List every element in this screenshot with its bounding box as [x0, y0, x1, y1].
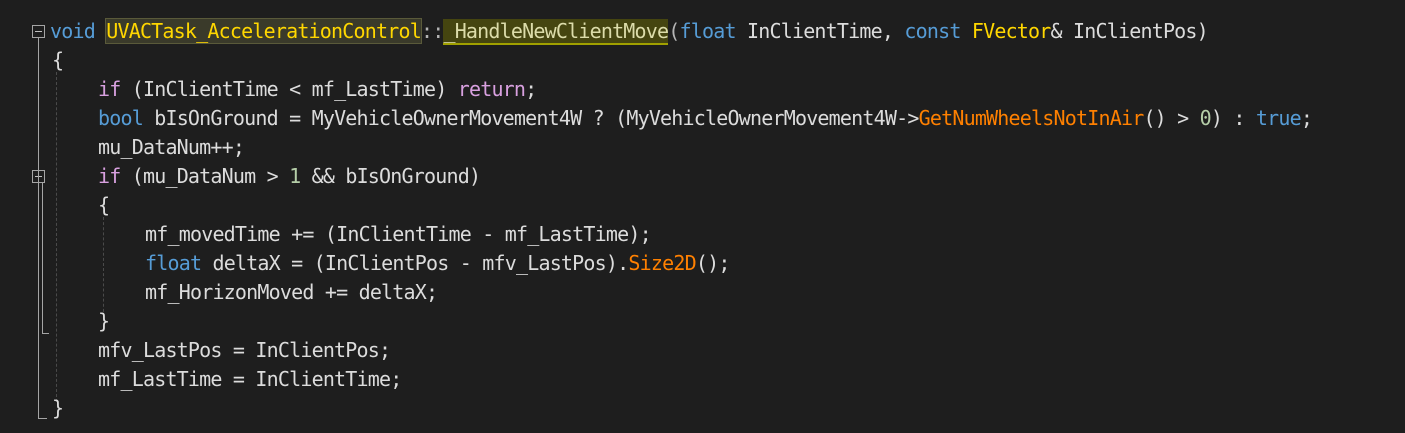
- code-token: if: [98, 164, 121, 188]
- code-token: {: [98, 193, 110, 217]
- code-token: mu_DataNum++;: [98, 135, 245, 159]
- code-token: bool: [98, 106, 144, 130]
- code-token: float: [679, 19, 737, 43]
- code-line-14: }: [0, 394, 1405, 423]
- line-code: mf_HorizonMoved += deltaX;: [145, 278, 438, 307]
- line-code: mf_movedTime += (InClientTime - mf_LastT…: [145, 220, 652, 249]
- line-code: mf_LastTime = InClientTime;: [98, 365, 402, 394]
- code-token: if: [98, 77, 121, 101]
- code-line-10: mf_HorizonMoved += deltaX;: [0, 278, 1405, 307]
- code-token: && bIsOnGround): [300, 164, 481, 188]
- code-token: 0: [1199, 106, 1212, 130]
- code-token: }: [98, 309, 110, 333]
- line-code: mfv_LastPos = InClientPos;: [98, 336, 391, 365]
- code-token: ;: [1300, 106, 1313, 130]
- code-token: ) :: [1210, 106, 1256, 130]
- line-code: bool bIsOnGround = MyVehicleOwnerMovemen…: [98, 104, 1313, 133]
- code-token: FVector: [971, 19, 1051, 43]
- code-token: () >: [1143, 106, 1200, 130]
- code-token: mf_LastTime = InClientTime;: [98, 367, 402, 391]
- line-code: {: [98, 191, 110, 220]
- code-line-11: }: [0, 307, 1405, 336]
- code-line-6: if (mu_DataNum > 1 && bIsOnGround): [0, 162, 1405, 191]
- code-token: true: [1255, 106, 1302, 130]
- code-line-5: mu_DataNum++;: [0, 133, 1405, 162]
- code-token: Size2D: [628, 251, 696, 275]
- line-code: }: [98, 307, 110, 336]
- line-code: }: [52, 394, 64, 423]
- code-token: InClientTime,: [735, 19, 905, 43]
- code-token: (mu_DataNum >: [120, 164, 290, 188]
- line-code: float deltaX = (InClientPos - mfv_LastPo…: [145, 249, 730, 278]
- code-token: _HandleNewClientMove: [443, 19, 669, 45]
- line-code: if (mu_DataNum > 1 && bIsOnGround): [98, 162, 481, 191]
- code-token: const: [904, 19, 961, 43]
- code-token: ::: [420, 19, 444, 43]
- code-token: ;: [525, 77, 537, 101]
- code-line-1: void UVACTask_AccelerationControl::_Hand…: [0, 17, 1405, 46]
- code-line-7: {: [0, 191, 1405, 220]
- line-code: {: [52, 46, 64, 75]
- code-token: ();: [695, 251, 731, 275]
- code-token: mfv_LastPos = InClientPos;: [98, 338, 391, 362]
- code-token: void: [50, 19, 96, 43]
- code-line-8: mf_movedTime += (InClientTime - mf_LastT…: [0, 220, 1405, 249]
- line-code: mu_DataNum++;: [98, 133, 245, 162]
- code-token: GetNumWheelsNotInAir: [918, 106, 1145, 130]
- line-code: if (InClientTime < mf_LastTime) return;: [98, 75, 537, 104]
- code-token: deltaX = (InClientPos - mfv_LastPos).: [201, 251, 629, 275]
- code-token: (InClientTime < mf_LastTime): [120, 77, 458, 101]
- code-token: mf_movedTime += (InClientTime - mf_LastT…: [145, 222, 652, 246]
- code-token: UVACTask_AccelerationControl: [105, 18, 422, 44]
- code-token: 1: [289, 164, 301, 188]
- code-token: mf_HorizonMoved += deltaX;: [145, 280, 438, 304]
- code-line-12: mfv_LastPos = InClientPos;: [0, 336, 1405, 365]
- code-line-4: bool bIsOnGround = MyVehicleOwnerMovemen…: [0, 104, 1405, 133]
- code-line-9: float deltaX = (InClientPos - mfv_LastPo…: [0, 249, 1405, 278]
- code-token: bIsOnGround = MyVehicleOwnerMovement4W ?…: [142, 106, 919, 130]
- code-token: {: [52, 48, 64, 72]
- code-token: (: [668, 19, 680, 43]
- code-line-13: mf_LastTime = InClientTime;: [0, 365, 1405, 394]
- code-token: & InClientPos): [1050, 19, 1209, 43]
- code-line-2: {: [0, 46, 1405, 75]
- code-token: return: [457, 77, 526, 101]
- code-token: }: [52, 396, 64, 420]
- code-token: float: [145, 251, 202, 275]
- code-editor[interactable]: void UVACTask_AccelerationControl::_Hand…: [0, 0, 1405, 433]
- code-line-3: if (InClientTime < mf_LastTime) return;: [0, 75, 1405, 104]
- line-code: void UVACTask_AccelerationControl::_Hand…: [50, 17, 1209, 46]
